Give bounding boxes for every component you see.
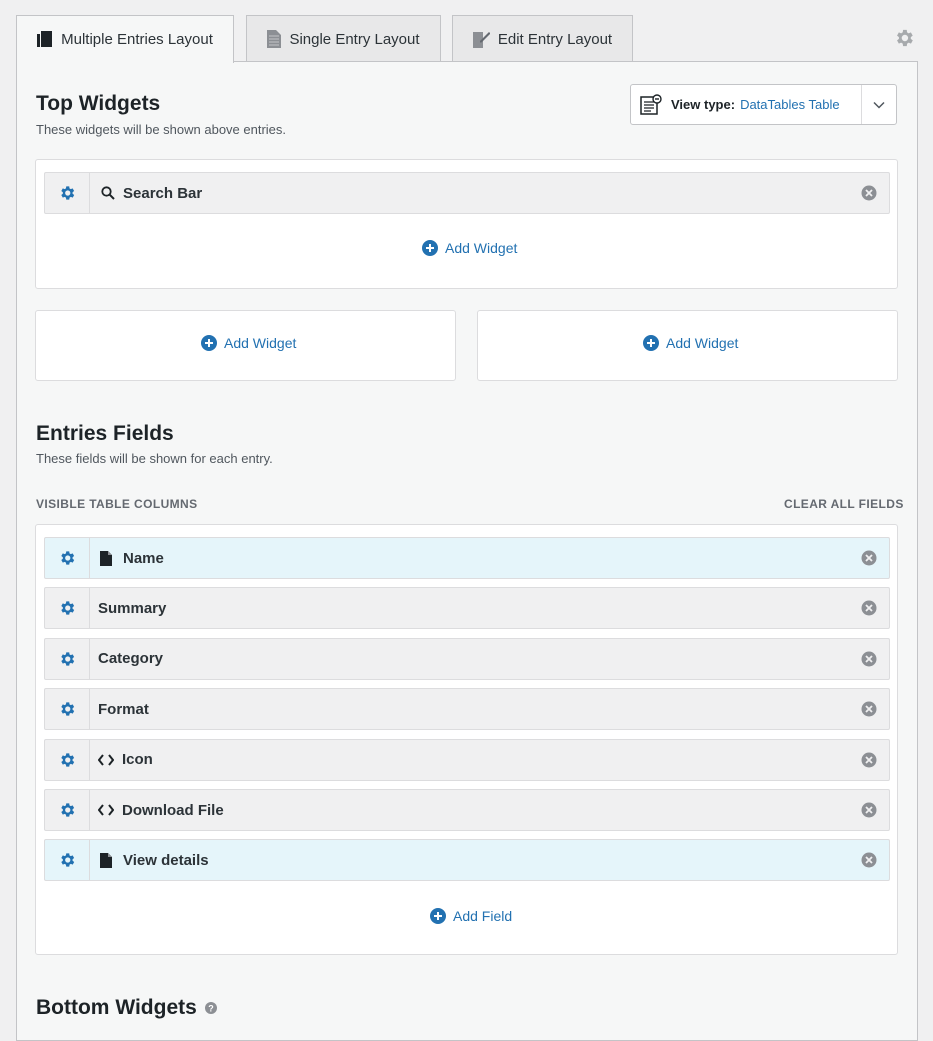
field-row-icon[interactable]: Icon (44, 738, 890, 781)
remove-icon[interactable] (861, 185, 877, 201)
widget-label: Search Bar (101, 173, 202, 213)
add-field-button[interactable]: Add Field (430, 908, 512, 924)
widget-label-text: Search Bar (123, 184, 203, 202)
clear-all-fields-button[interactable]: CLEAR ALL FIELDS (784, 497, 904, 511)
tab-edit-entry-layout[interactable]: Edit Entry Layout (452, 15, 633, 62)
field-label-text: Download File (122, 801, 224, 819)
entries-fields-description: These fields will be shown for each entr… (36, 451, 273, 466)
gear-icon[interactable] (45, 538, 90, 578)
view-type-selector[interactable]: View type: DataTables Table (630, 84, 897, 125)
tab-multiple-entries-layout[interactable]: Multiple Entries Layout (16, 15, 234, 63)
gear-icon[interactable] (45, 689, 90, 730)
plus-circle-icon (643, 335, 659, 351)
field-label-text: View details (123, 851, 209, 869)
field-row-download-file[interactable]: Download File (44, 789, 890, 831)
add-widget-button[interactable]: Add Widget (422, 240, 517, 256)
field-row-summary[interactable]: Summary (44, 587, 890, 630)
document-icon (100, 550, 112, 566)
settings-gear-icon[interactable] (893, 27, 915, 54)
remove-icon[interactable] (861, 802, 877, 818)
entries-fields-zone: View details Download File Icon Format Categ… (35, 524, 898, 955)
help-icon[interactable]: ? (204, 996, 217, 1020)
top-widgets-left-zone: Add Widget (35, 310, 456, 381)
field-row-format[interactable]: Format (44, 688, 890, 731)
plus-circle-icon (430, 908, 446, 924)
svg-text:?: ? (208, 1004, 214, 1014)
field-label-text: Category (98, 650, 164, 668)
gear-icon[interactable] (45, 173, 90, 213)
top-widgets-right-zone: Add Widget (477, 310, 898, 381)
gear-icon[interactable] (45, 790, 90, 830)
remove-icon[interactable] (861, 600, 877, 616)
plus-circle-icon (422, 240, 438, 256)
multiple-entries-icon (37, 30, 53, 49)
add-widget-label: Add Widget (224, 335, 297, 351)
remove-icon[interactable] (861, 752, 877, 768)
gear-icon[interactable] (45, 588, 90, 629)
field-row-name[interactable]: Name (44, 537, 890, 579)
remove-icon[interactable] (861, 550, 877, 566)
add-field-label: Add Field (453, 908, 513, 924)
remove-icon[interactable] (861, 852, 877, 868)
field-row-category[interactable]: Category (44, 637, 890, 680)
field-label-text: Name (123, 549, 164, 567)
code-icon (98, 753, 114, 766)
field-label-text: Format (98, 700, 149, 718)
bottom-widgets-title: Bottom Widgets (36, 996, 197, 1019)
field-label: Name (100, 538, 164, 578)
search-icon (101, 186, 115, 200)
document-icon (100, 852, 112, 868)
remove-icon[interactable] (861, 701, 877, 717)
gear-icon[interactable] (45, 638, 90, 679)
top-widgets-zone: Search Bar Add Widget (35, 159, 898, 289)
widget-row-search-bar[interactable]: Search Bar (44, 172, 890, 214)
remove-icon[interactable] (861, 651, 877, 667)
view-type-value: DataTables Table (740, 97, 840, 112)
tab-label: Multiple Entries Layout (61, 31, 213, 48)
add-widget-label: Add Widget (445, 240, 518, 256)
field-label: Category (98, 639, 163, 679)
field-label: Format (98, 689, 149, 729)
chevron-down-icon[interactable] (872, 98, 886, 117)
entries-fields-title: Entries Fields (36, 422, 174, 445)
table-view-icon (640, 93, 662, 116)
field-label: Icon (98, 740, 153, 780)
gear-icon[interactable] (45, 840, 90, 881)
single-entry-icon (267, 30, 282, 48)
top-widgets-description: These widgets will be shown above entrie… (36, 122, 287, 137)
field-label: View details (100, 840, 209, 880)
tab-label: Single Entry Layout (289, 30, 420, 48)
tab-single-entry-layout[interactable]: Single Entry Layout (246, 15, 441, 62)
code-icon (98, 804, 114, 816)
field-label-text: Summary (98, 599, 167, 617)
add-widget-right-button[interactable]: Add Widget (643, 335, 738, 351)
field-label: Download File (98, 790, 224, 830)
tab-label: Edit Entry Layout (497, 30, 613, 48)
edit-entry-icon (472, 30, 490, 48)
bottom-widgets-heading: Bottom Widgets? (36, 996, 217, 1020)
visible-columns-caption: VISIBLE TABLE COLUMNS (36, 497, 198, 511)
top-widgets-title: Top Widgets (36, 92, 161, 115)
view-type-label: View type: (671, 97, 736, 112)
plus-circle-icon (201, 335, 217, 351)
add-widget-left-button[interactable]: Add Widget (201, 335, 296, 351)
view-type-divider (861, 85, 862, 124)
add-widget-label: Add Widget (666, 335, 739, 351)
field-label-text: Icon (122, 751, 153, 769)
field-row-view-details[interactable]: View details (44, 839, 890, 882)
field-label: Summary (98, 588, 166, 628)
gear-icon[interactable] (45, 739, 90, 780)
